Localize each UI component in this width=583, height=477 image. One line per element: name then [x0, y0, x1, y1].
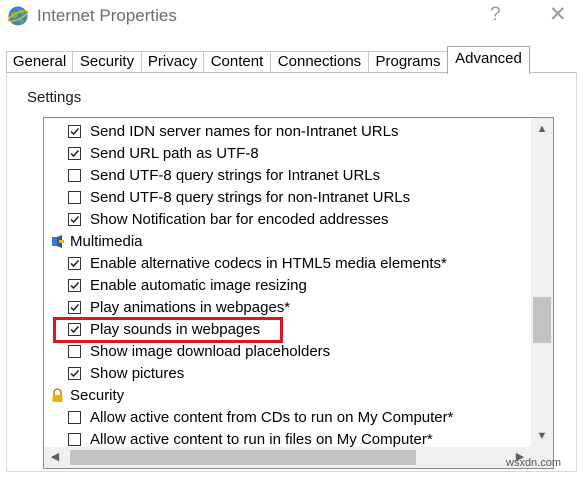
settings-category: Security — [44, 385, 531, 407]
horizontal-scrollbar[interactable]: ◀ ▶ — [44, 447, 553, 468]
settings-group-label: Settings — [27, 89, 82, 106]
tab-advanced[interactable]: Advanced — [447, 46, 530, 74]
settings-option[interactable]: Allow active content to run in files on … — [44, 429, 531, 447]
checkbox-checked[interactable] — [68, 125, 81, 138]
tab-content[interactable]: Content — [203, 51, 271, 73]
watermark: wsxdn.com — [506, 457, 562, 469]
internet-explorer-globe-icon — [7, 6, 29, 26]
scroll-up-arrow-icon[interactable]: ▲ — [531, 118, 553, 140]
tab-general[interactable]: General — [6, 51, 73, 73]
option-label: Send UTF-8 query strings for non-Intrane… — [90, 189, 411, 206]
multimedia-icon — [50, 234, 65, 249]
settings-option[interactable]: Send IDN server names for non-Intranet U… — [44, 121, 531, 143]
settings-option[interactable]: Enable alternative codecs in HTML5 media… — [44, 253, 531, 275]
checkbox-checked[interactable] — [68, 257, 81, 270]
checkbox-checked[interactable] — [68, 367, 81, 380]
option-label: Play animations in webpages* — [90, 299, 291, 316]
checkbox-checked[interactable] — [68, 213, 81, 226]
scroll-down-arrow-icon[interactable]: ▼ — [531, 425, 553, 447]
settings-option[interactable]: Allow active content from CDs to run on … — [44, 407, 531, 429]
settings-category: Multimedia — [44, 231, 531, 253]
checkbox-unchecked[interactable] — [68, 433, 81, 446]
settings-option[interactable]: Show image download placeholders — [44, 341, 531, 363]
option-label: Enable alternative codecs in HTML5 media… — [90, 255, 447, 272]
tab-security[interactable]: Security — [72, 51, 142, 73]
checkbox-checked[interactable] — [68, 323, 81, 336]
settings-option[interactable]: Send URL path as UTF-8 — [44, 143, 531, 165]
checkbox-checked[interactable] — [68, 147, 81, 160]
settings-option[interactable]: Show pictures — [44, 363, 531, 385]
option-label: Show Notification bar for encoded addres… — [90, 211, 389, 228]
option-label: Play sounds in webpages — [90, 321, 261, 338]
option-label: Enable automatic image resizing — [90, 277, 307, 294]
title-bar: Internet Properties ? ✕ — [0, 0, 583, 36]
checkbox-checked[interactable] — [68, 301, 81, 314]
checkbox-unchecked[interactable] — [68, 191, 81, 204]
tab-programs[interactable]: Programs — [368, 51, 448, 73]
option-label: Show pictures — [90, 365, 185, 382]
option-label: Security — [70, 387, 125, 404]
checkbox-checked[interactable] — [68, 279, 81, 292]
help-button[interactable]: ? — [490, 4, 501, 26]
horizontal-scroll-thumb[interactable] — [70, 450, 416, 465]
option-label: Allow active content from CDs to run on … — [90, 409, 454, 426]
close-button[interactable]: ✕ — [549, 2, 567, 27]
settings-option[interactable]: Show Notification bar for encoded addres… — [44, 209, 531, 231]
scroll-left-arrow-icon[interactable]: ◀ — [44, 447, 66, 468]
settings-option[interactable]: Send UTF-8 query strings for Intranet UR… — [44, 165, 531, 187]
option-label: Show image download placeholders — [90, 343, 331, 360]
option-label: Send URL path as UTF-8 — [90, 145, 259, 162]
option-label: Send UTF-8 query strings for Intranet UR… — [90, 167, 381, 184]
checkbox-unchecked[interactable] — [68, 345, 81, 358]
vertical-scroll-thumb[interactable] — [533, 297, 551, 343]
lock-icon — [50, 388, 65, 403]
settings-rows: Send IDN server names for non-Intranet U… — [44, 118, 531, 447]
checkbox-unchecked[interactable] — [68, 411, 81, 424]
tab-privacy[interactable]: Privacy — [141, 51, 204, 73]
option-label: Send IDN server names for non-Intranet U… — [90, 123, 399, 140]
checkbox-unchecked[interactable] — [68, 169, 81, 182]
window-title: Internet Properties — [37, 6, 177, 25]
vertical-scrollbar[interactable]: ▲ ▼ — [531, 118, 553, 447]
settings-listbox[interactable]: Send IDN server names for non-Intranet U… — [43, 117, 554, 469]
settings-option[interactable]: Send UTF-8 query strings for non-Intrane… — [44, 187, 531, 209]
settings-option[interactable]: Play animations in webpages* — [44, 297, 531, 319]
settings-option[interactable]: Play sounds in webpages — [44, 319, 531, 341]
option-label: Multimedia — [70, 233, 143, 250]
tab-connections[interactable]: Connections — [270, 51, 369, 73]
settings-option[interactable]: Enable automatic image resizing — [44, 275, 531, 297]
option-label: Allow active content to run in files on … — [90, 431, 433, 447]
